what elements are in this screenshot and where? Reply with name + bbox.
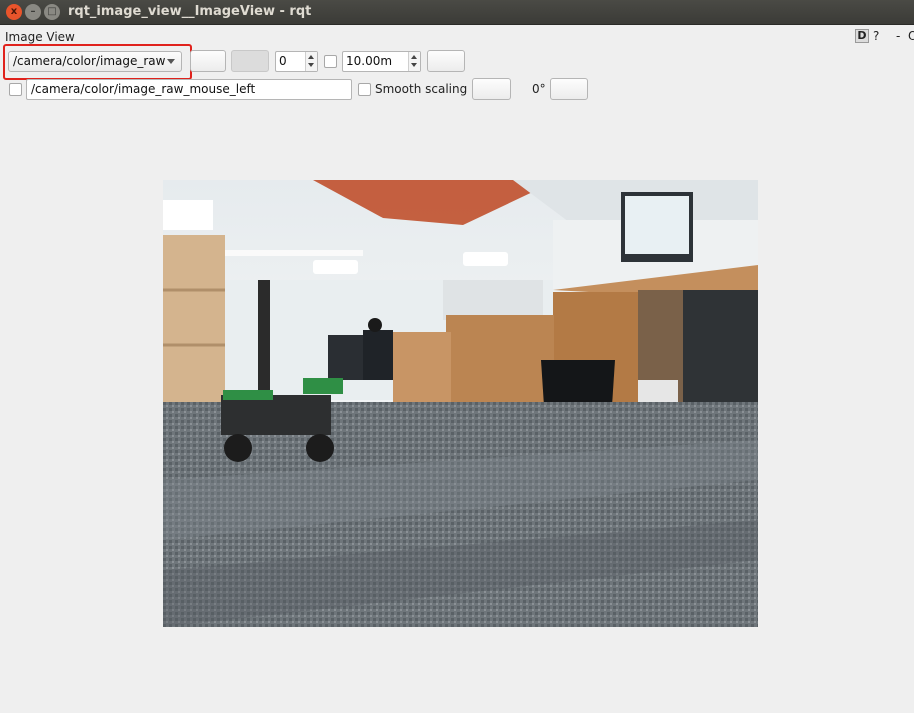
max-range-value: 10.00m — [346, 54, 393, 68]
publish-mouse-checkbox[interactable] — [9, 83, 22, 96]
zoom-1-button[interactable] — [231, 50, 269, 72]
rotate-left-button[interactable] — [472, 78, 511, 100]
up-arrow-icon — [308, 55, 314, 59]
plugin-title: Image View — [5, 30, 75, 44]
down-arrow-icon — [411, 63, 417, 67]
mouse-topic-input[interactable]: /camera/color/image_raw_mouse_left — [26, 79, 352, 100]
topic-highlight-box — [3, 44, 192, 80]
refresh-topics-button[interactable] — [190, 50, 226, 72]
spinbox-arrows[interactable] — [305, 52, 317, 71]
rotation-label: 0° — [532, 82, 546, 96]
maximize-window-icon[interactable]: □ — [44, 4, 60, 20]
max-range-arrows[interactable] — [408, 52, 420, 71]
dock-widget-button[interactable]: D — [855, 29, 869, 43]
max-range-spinbox[interactable]: 10.00m — [342, 51, 421, 72]
camera-feed-image — [163, 180, 758, 627]
help-button[interactable]: ? — [873, 29, 879, 43]
value-spinbox[interactable]: 0 — [275, 51, 318, 72]
rotate-right-button[interactable] — [550, 78, 588, 100]
minimize-window-icon[interactable]: – — [25, 4, 41, 20]
dynamic-range-checkbox[interactable] — [324, 55, 337, 68]
up-arrow-icon — [411, 55, 417, 59]
camera-image[interactable] — [163, 180, 758, 627]
mouse-topic-value: /camera/color/image_raw_mouse_left — [31, 82, 256, 96]
smooth-scaling-label: Smooth scaling — [375, 82, 468, 96]
close-plugin-button[interactable]: O — [908, 29, 914, 43]
close-window-icon[interactable]: x — [6, 4, 22, 20]
down-arrow-icon — [308, 63, 314, 67]
window-title: rqt_image_view__ImageView - rqt — [68, 4, 312, 19]
save-image-button[interactable] — [427, 50, 465, 72]
value-spinbox-text: 0 — [279, 54, 287, 68]
smooth-scaling-checkbox[interactable] — [358, 83, 371, 96]
title-bar: x – □ rqt_image_view__ImageView - rqt — [0, 0, 914, 25]
minimize-plugin-button[interactable]: - — [896, 29, 900, 43]
